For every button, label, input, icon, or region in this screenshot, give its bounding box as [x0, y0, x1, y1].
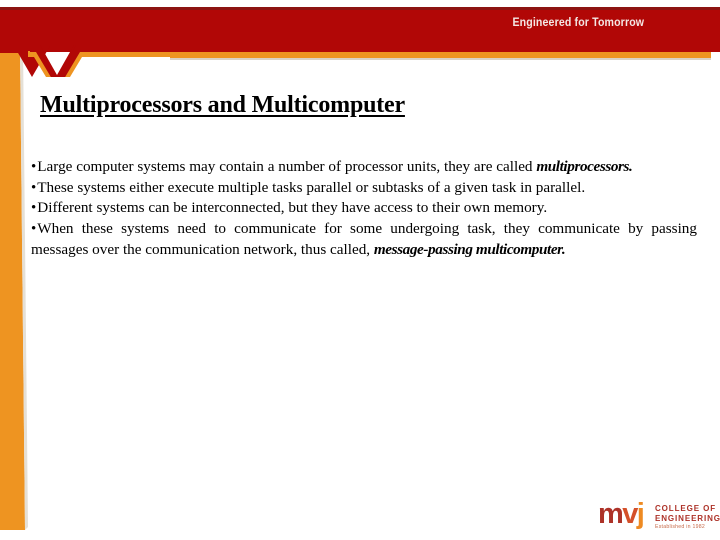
logo-letter-j: j: [636, 498, 645, 530]
bullet-item: •These systems either execute multiple t…: [31, 178, 697, 199]
header-tagline: Engineered for Tomorrow: [512, 17, 644, 29]
bullet-text: These systems either execute multiple ta…: [37, 178, 586, 196]
bullet-emphasis-text: multiprocessors.: [536, 158, 633, 175]
logo-line-college-of: COLLEGE OF: [655, 504, 716, 513]
bullet-item: •Different systems can be interconnected…: [31, 198, 697, 219]
bullet-text: Large computer systems may contain a num…: [37, 158, 537, 175]
logo-line-engineering: ENGINEERING: [655, 513, 720, 523]
bullet-text: When these systems need to communicate f…: [31, 220, 697, 258]
presentation-slide: Engineered for Tomorrow Multiprocessors …: [0, 0, 720, 540]
bullet-item: •When these systems need to communicate …: [31, 219, 697, 260]
header-notch-shape: [0, 45, 182, 77]
slide-title: Multiprocessors and Multicomputer: [40, 92, 405, 118]
header-rule-shadow: [170, 58, 711, 60]
logo-letter-v: v: [622, 498, 638, 530]
mvj-college-logo: mvj COLLEGE OF ENGINEERING Established i…: [598, 498, 720, 534]
bullet-item: •Large computer systems may contain a nu…: [31, 157, 697, 178]
logo-text-block: COLLEGE OF ENGINEERING Established in 19…: [655, 504, 720, 531]
header-banner-top-shadow: [0, 7, 720, 10]
logo-wordmark: mvj: [598, 498, 645, 530]
logo-line-established: Established in 1982: [655, 524, 706, 530]
bullet-emphasis-text: message-passing multicomputer.: [373, 240, 566, 258]
left-accent-bar: [0, 46, 28, 530]
slide-body: •Large computer systems may contain a nu…: [31, 157, 697, 261]
header-accent-rule: [170, 52, 711, 58]
bullet-text: Different systems can be interconnected,…: [37, 199, 548, 217]
logo-letter-m: m: [598, 498, 624, 530]
